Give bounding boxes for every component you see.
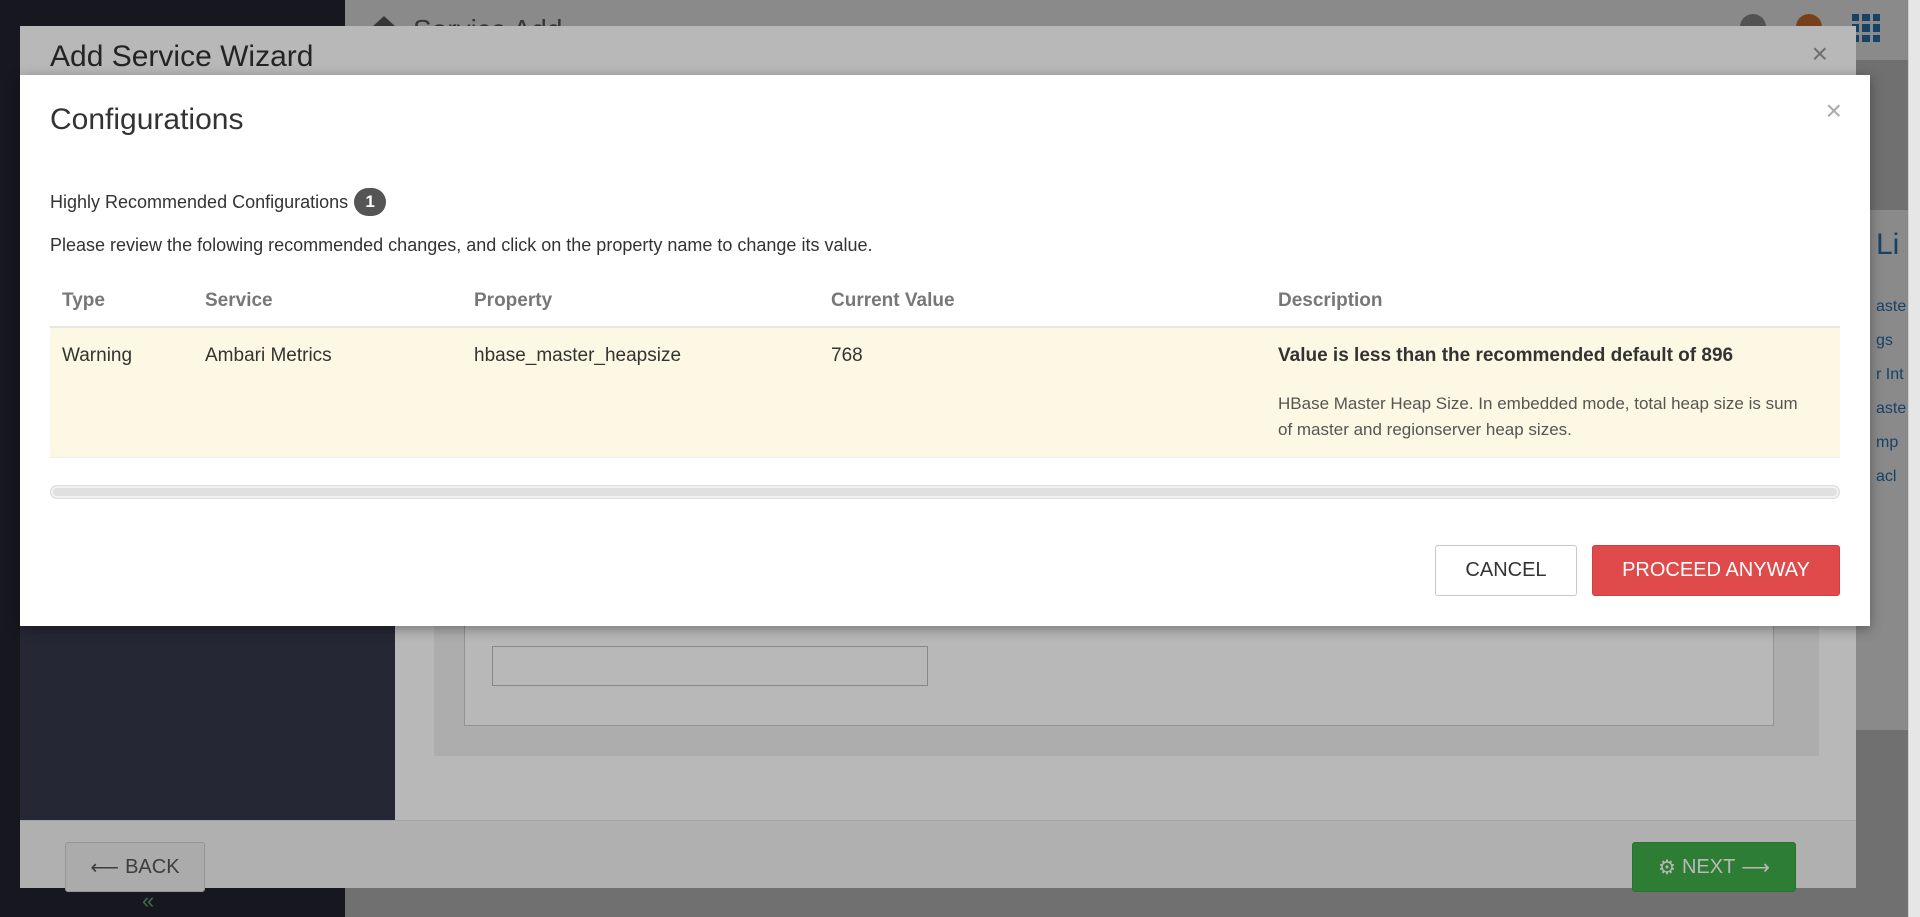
column-header-description: Description bbox=[1266, 275, 1840, 328]
table-header-row: Type Service Property Current Value Desc… bbox=[50, 275, 1840, 328]
count-badge: 1 bbox=[354, 188, 387, 216]
table-row: Warning Ambari Metrics hbase_master_heap… bbox=[50, 327, 1840, 458]
modal-title: Configurations bbox=[50, 103, 244, 136]
recommendations-table: Type Service Property Current Value Desc… bbox=[50, 275, 1840, 458]
cell-property-link[interactable]: hbase_master_heapsize bbox=[462, 327, 819, 458]
page-scrollbar[interactable] bbox=[1908, 0, 1920, 917]
scrollbar-thumb[interactable] bbox=[53, 488, 1837, 496]
cancel-button[interactable]: CANCEL bbox=[1435, 545, 1577, 596]
proceed-anyway-button[interactable]: PROCEED ANYWAY bbox=[1592, 545, 1840, 596]
section-title: Highly Recommended Configurations 1 bbox=[50, 188, 387, 216]
column-header-property: Property bbox=[462, 275, 819, 328]
configurations-modal: Configurations × Highly Recommended Conf… bbox=[20, 75, 1870, 626]
column-header-service: Service bbox=[193, 275, 462, 328]
modal-close-icon[interactable]: × bbox=[1826, 97, 1842, 125]
section-title-text: Highly Recommended Configurations bbox=[50, 191, 349, 212]
horizontal-scrollbar[interactable] bbox=[50, 485, 1840, 499]
description-warning: Value is less than the recommended defau… bbox=[1278, 345, 1734, 366]
column-header-current-value: Current Value bbox=[819, 275, 1266, 328]
column-header-type: Type bbox=[50, 275, 193, 328]
description-text: HBase Master Heap Size. In embedded mode… bbox=[1278, 394, 1798, 439]
cell-type: Warning bbox=[50, 327, 193, 458]
cell-service: Ambari Metrics bbox=[193, 327, 462, 458]
cell-description: Value is less than the recommended defau… bbox=[1266, 327, 1840, 458]
cell-current-value: 768 bbox=[819, 327, 1266, 458]
instruction-text: Please review the folowing recommended c… bbox=[50, 235, 873, 255]
